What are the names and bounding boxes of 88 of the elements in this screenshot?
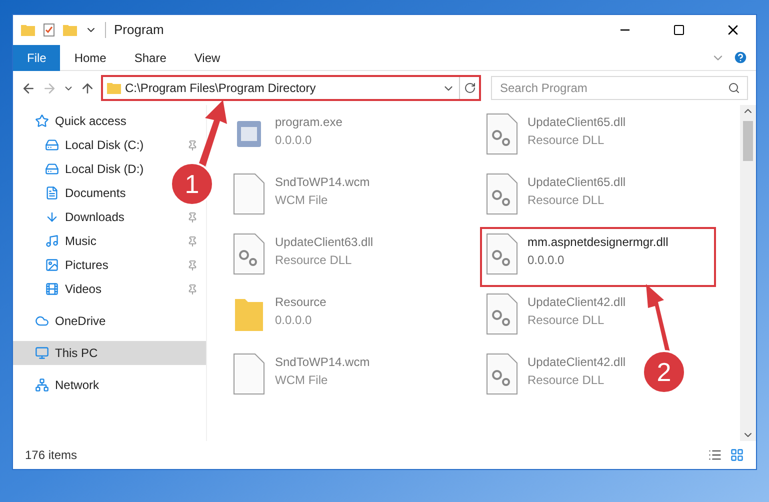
pin-icon bbox=[187, 236, 198, 246]
file-item[interactable]: UpdateClient63.dll Resource DLL bbox=[227, 227, 384, 287]
file-detail: WCM File bbox=[275, 192, 329, 209]
file-item[interactable]: UpdateClient65.dll Resource DLL bbox=[480, 107, 636, 167]
gear-file-icon bbox=[233, 233, 265, 275]
ribbon-tab[interactable]: Share bbox=[120, 44, 180, 70]
file-name: program.exe bbox=[275, 114, 342, 131]
tiles-view-icon[interactable] bbox=[730, 448, 744, 462]
folder-icon bbox=[21, 24, 35, 36]
gear-file-icon bbox=[486, 293, 518, 335]
drive-icon bbox=[45, 162, 59, 176]
sidebar-item[interactable]: Downloads bbox=[13, 205, 206, 229]
sidebar-item[interactable]: Quick access bbox=[13, 109, 206, 133]
sidebar-item[interactable]: This PC bbox=[13, 341, 206, 365]
file-detail: Resource DLL bbox=[528, 312, 606, 329]
file-item[interactable]: Resource 0.0.0.0 bbox=[227, 287, 336, 347]
sidebar-item[interactable]: Local Disk (C:) bbox=[13, 133, 206, 157]
file-name: UpdateClient42.dll bbox=[528, 294, 626, 311]
gear-file-icon bbox=[486, 173, 518, 215]
file-name: mm.aspnetdesignermgr.dll bbox=[528, 234, 668, 251]
file-item[interactable]: SndToWP14.wcm WCM File bbox=[227, 347, 380, 407]
search-field[interactable]: Search Program bbox=[491, 76, 748, 100]
file-detail: Resource DLL bbox=[528, 372, 606, 389]
file-detail: WCM File bbox=[275, 372, 329, 389]
address-field[interactable]: C:\Program Files\Program Directory bbox=[101, 75, 481, 101]
gear-file-icon bbox=[486, 353, 518, 395]
folder-icon bbox=[107, 82, 121, 94]
downloads-icon bbox=[45, 210, 59, 224]
file-item[interactable]: UpdateClient42.dll Resource DLL bbox=[480, 287, 636, 347]
sidebar-item[interactable]: Local Disk (D:) bbox=[13, 157, 152, 181]
file-detail: 0.0.0.0 bbox=[275, 132, 313, 149]
cloud-icon bbox=[35, 314, 49, 328]
arrow-drawing bbox=[196, 98, 228, 168]
pin-icon bbox=[187, 260, 198, 270]
file-name: UpdateClient42.dll bbox=[528, 354, 626, 371]
network-icon bbox=[35, 378, 49, 392]
star-icon bbox=[35, 114, 49, 128]
file-name: SndToWP14.wcm bbox=[275, 354, 370, 371]
sidebar-item[interactable]: OneDrive bbox=[13, 309, 206, 333]
pin-icon bbox=[187, 212, 198, 222]
gear-file-icon bbox=[486, 113, 518, 155]
ribbon-tab[interactable]: Home bbox=[60, 44, 120, 70]
pictures-icon bbox=[45, 258, 59, 272]
drive-icon bbox=[45, 138, 59, 152]
sidebar-item[interactable]: Music bbox=[13, 229, 206, 253]
up-icon[interactable] bbox=[80, 80, 95, 96]
file-name: SndToWP14.wcm bbox=[275, 174, 370, 191]
help-icon[interactable] bbox=[733, 50, 748, 65]
gear-file-icon bbox=[486, 233, 518, 275]
file-icon bbox=[233, 353, 265, 395]
back-icon[interactable] bbox=[21, 80, 36, 96]
ribbon-tab[interactable]: View bbox=[180, 44, 234, 70]
details-view-icon[interactable] bbox=[708, 448, 722, 462]
music-icon bbox=[45, 234, 59, 248]
file-detail: 0.0.0.0 bbox=[275, 312, 313, 329]
file-item[interactable]: program.exe 0.0.0.0 bbox=[227, 107, 352, 167]
scrollbar[interactable] bbox=[740, 105, 756, 441]
window-title: Program bbox=[114, 21, 164, 40]
file-detail: Resource DLL bbox=[528, 192, 606, 209]
file-name: Resource bbox=[275, 294, 326, 311]
file-detail: Resource DLL bbox=[275, 252, 353, 269]
sidebar-item[interactable]: Pictures bbox=[13, 253, 206, 277]
videos-icon bbox=[45, 282, 59, 296]
item-count: 176 items bbox=[25, 447, 78, 464]
sidebar-item[interactable]: Network bbox=[13, 373, 206, 397]
file-detail: 0.0.0.0 bbox=[528, 252, 566, 269]
documents-icon bbox=[45, 186, 59, 200]
file-item[interactable]: UpdateClient65.dll Resource DLL bbox=[480, 167, 636, 227]
file-icon bbox=[233, 173, 265, 215]
sidebar-item[interactable]: Documents bbox=[13, 181, 134, 205]
file-name: UpdateClient63.dll bbox=[275, 234, 374, 251]
pin-icon bbox=[187, 284, 198, 294]
file-item[interactable]: UpdateClient42.dll Resource DLL bbox=[480, 347, 636, 407]
pc-icon bbox=[35, 346, 49, 360]
search-icon[interactable] bbox=[728, 82, 740, 94]
new-folder-icon bbox=[63, 24, 77, 36]
ribbon-tab[interactable]: File bbox=[13, 44, 60, 70]
file-item[interactable]: mm.aspnetdesignermgr.dll 0.0.0.0 bbox=[480, 227, 716, 287]
properties-icon bbox=[43, 23, 55, 37]
sidebar-item[interactable]: Videos bbox=[13, 277, 206, 301]
file-name: UpdateClient65.dll bbox=[528, 114, 626, 131]
file-detail: Resource DLL bbox=[528, 132, 606, 149]
file-item[interactable]: SndToWP14.wcm WCM File bbox=[227, 167, 380, 227]
refresh-icon bbox=[464, 82, 476, 94]
scroll-thumb[interactable] bbox=[743, 121, 753, 161]
file-name: UpdateClient65.dll bbox=[528, 174, 626, 191]
pin-icon bbox=[187, 140, 198, 150]
maximize-icon bbox=[673, 24, 685, 36]
